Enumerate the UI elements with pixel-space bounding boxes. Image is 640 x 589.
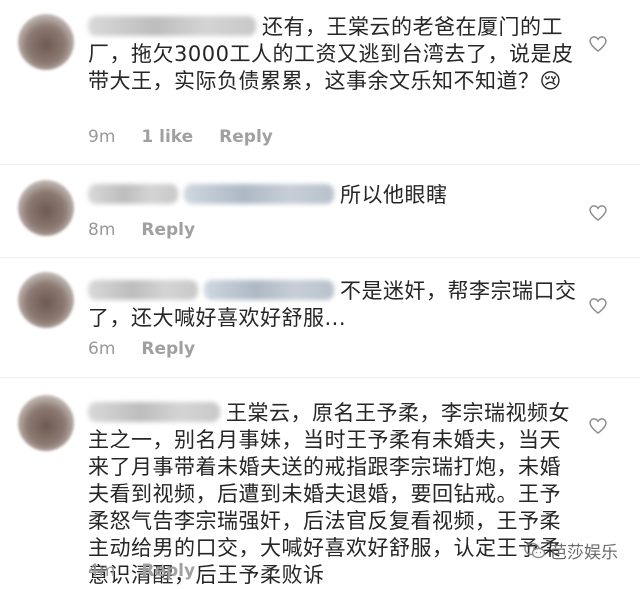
blurred-username[interactable] bbox=[88, 16, 256, 36]
likes-count[interactable]: 1 like bbox=[141, 127, 193, 147]
blurred-mention[interactable] bbox=[184, 184, 334, 204]
avatar[interactable] bbox=[18, 180, 74, 236]
heart-icon[interactable] bbox=[588, 296, 608, 316]
comment-text: 还有，王棠云的老爸在厦门的工厂，拖欠3000工人的工资又逃到台湾去了，说是皮带大… bbox=[88, 14, 578, 95]
reply-button[interactable]: Reply bbox=[141, 339, 195, 359]
avatar[interactable] bbox=[18, 14, 74, 70]
blurred-username[interactable] bbox=[88, 184, 178, 204]
blurred-username[interactable] bbox=[88, 280, 198, 300]
comment-body: 王棠云，原名王予柔，李宗瑞视频女主之一，别名月事妹，当时王予柔有未婚夫，当天来了… bbox=[88, 401, 570, 587]
comment-text: 不是迷奸，帮李宗瑞口交了，还大喊好喜欢好舒服... bbox=[88, 278, 578, 332]
comment-time: 6m bbox=[88, 339, 116, 359]
avatar[interactable] bbox=[18, 272, 74, 328]
comment-time: 4m bbox=[88, 561, 116, 581]
heart-icon[interactable] bbox=[588, 203, 608, 223]
comment-meta: 9m 1 like Reply bbox=[88, 127, 273, 147]
divider bbox=[0, 257, 640, 258]
watermark-text: 芭莎娱乐 bbox=[550, 543, 618, 563]
comment-meta: 6m Reply bbox=[88, 339, 195, 359]
divider bbox=[0, 377, 640, 378]
crying-emoji: 😢 bbox=[539, 69, 562, 93]
avatar[interactable] bbox=[18, 395, 74, 451]
reply-button[interactable]: Reply bbox=[141, 561, 195, 581]
blurred-mention[interactable] bbox=[204, 280, 334, 300]
heart-icon[interactable] bbox=[588, 34, 608, 54]
comment-time: 9m bbox=[88, 127, 116, 147]
reply-button[interactable]: Reply bbox=[141, 220, 195, 240]
watermark: 芭莎娱乐 bbox=[524, 538, 618, 563]
comment-meta: 8m Reply bbox=[88, 220, 195, 240]
comment-text: 所以他眼瞎 bbox=[88, 182, 578, 209]
comment-meta: 4m Reply bbox=[88, 561, 195, 581]
divider bbox=[0, 164, 640, 165]
reply-button[interactable]: Reply bbox=[219, 127, 273, 147]
comment-body: 所以他眼瞎 bbox=[340, 183, 448, 207]
wechat-icon bbox=[524, 542, 546, 558]
heart-icon[interactable] bbox=[588, 416, 608, 436]
comment-time: 8m bbox=[88, 220, 116, 240]
blurred-username[interactable] bbox=[88, 402, 220, 422]
